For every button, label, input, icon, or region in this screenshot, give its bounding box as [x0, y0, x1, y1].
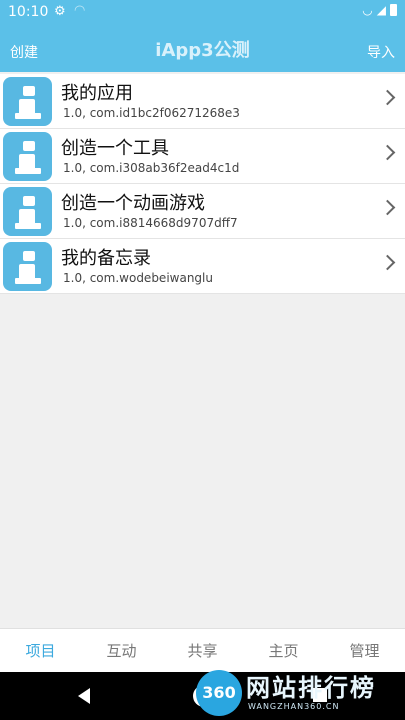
app-icon [3, 187, 52, 236]
battery-icon [390, 4, 397, 16]
status-bar: 10:10 ⚙ ◠ ◡ ◢ [0, 0, 405, 24]
chevron-right-icon [379, 144, 396, 161]
status-time: 10:10 [8, 4, 49, 20]
project-row[interactable]: 我的应用 1.0, com.id1bc2f06271268e3 [0, 74, 405, 129]
chevron-right-icon [379, 199, 396, 216]
project-name: 我的备忘录 [61, 248, 151, 269]
app-icon [3, 132, 52, 181]
project-row[interactable]: 我的备忘录 1.0, com.wodebeiwanglu [0, 239, 405, 294]
project-name: 创造一个工具 [61, 138, 169, 159]
tab-home[interactable]: 主页 [243, 629, 324, 672]
watermark-badge: 360 [196, 670, 242, 716]
import-button[interactable]: 导入 [367, 42, 395, 62]
tab-manage[interactable]: 管理 [324, 629, 405, 672]
tab-share[interactable]: 共享 [162, 629, 243, 672]
project-name: 我的应用 [61, 83, 133, 104]
project-list: 我的应用 1.0, com.id1bc2f06271268e3 创造一个工具 1… [0, 74, 405, 294]
project-subtitle: 1.0, com.id1bc2f06271268e3 [63, 106, 240, 120]
bottom-tab-bar: 项目 互动 共享 主页 管理 [0, 628, 405, 672]
watermark-name: 网站排行榜 [246, 674, 376, 702]
gear-icon: ⚙ [54, 4, 66, 19]
watermark-logo: 360 网站排行榜 WANGZHAN360.CN [196, 668, 401, 718]
chevron-right-icon [379, 254, 396, 271]
tab-projects[interactable]: 项目 [0, 629, 81, 672]
project-subtitle: 1.0, com.wodebeiwanglu [63, 271, 213, 285]
app-icon [3, 242, 52, 291]
project-row[interactable]: 创造一个动画游戏 1.0, com.i8814668d9707dff7 [0, 184, 405, 239]
signal-icon: ◢ [376, 3, 386, 17]
back-icon[interactable] [78, 688, 90, 704]
app-icon [3, 77, 52, 126]
project-subtitle: 1.0, com.i308ab36f2ead4c1d [63, 161, 240, 175]
watermark-url: WANGZHAN360.CN [248, 702, 340, 711]
tab-interaction[interactable]: 互动 [81, 629, 162, 672]
project-name: 创造一个动画游戏 [61, 193, 205, 214]
chevron-right-icon [379, 89, 396, 106]
wifi-icon: ◡ [362, 3, 373, 17]
project-row[interactable]: 创造一个工具 1.0, com.i308ab36f2ead4c1d [0, 129, 405, 184]
status-right-icons: ◡ ◢ [362, 3, 397, 17]
wifi-icon: ◠ [74, 3, 86, 18]
project-subtitle: 1.0, com.i8814668d9707dff7 [63, 216, 238, 230]
top-bar: 10:10 ⚙ ◠ ◡ ◢ 创建 iApp3公测 导入 [0, 0, 405, 72]
page-title: iApp3公测 [155, 40, 250, 61]
